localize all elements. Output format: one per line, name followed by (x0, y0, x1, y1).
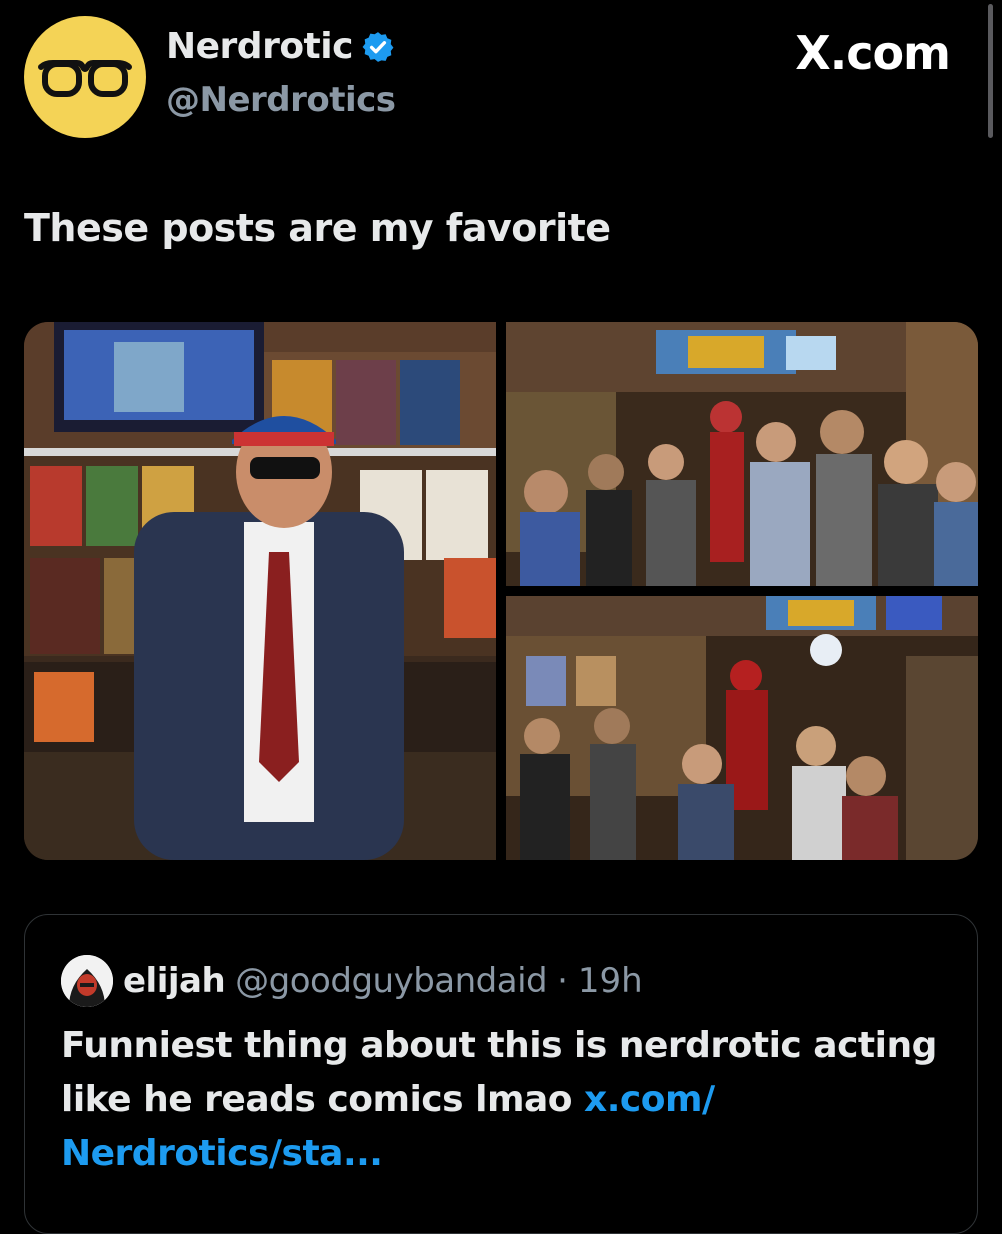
post-text: These posts are my favorite (24, 206, 611, 250)
quoted-separator: · (557, 961, 568, 1001)
quoted-author-avatar[interactable] (61, 955, 113, 1007)
verified-badge-icon (362, 31, 394, 62)
author-name[interactable]: Nerdrotic (166, 26, 353, 67)
glasses-icon (38, 60, 132, 97)
quoted-post[interactable]: elijah @goodguybandaid · 19h Funniest th… (24, 914, 978, 1234)
media-grid[interactable] (24, 322, 978, 860)
author-avatar[interactable] (24, 16, 146, 138)
quoted-post-body: Funniest thing about this is nerdrotic a… (61, 1025, 937, 1120)
quoted-post-header: elijah @goodguybandaid · 19h (61, 955, 643, 1007)
quoted-post-text: Funniest thing about this is nerdrotic a… (61, 1019, 951, 1181)
scrollbar[interactable] (988, 4, 993, 138)
quoted-author-name[interactable]: elijah (123, 961, 226, 1001)
hooded-figure-icon (61, 955, 113, 1007)
photo-crowd-ironman-statue[interactable] (506, 596, 978, 860)
photo-man-comic-shop[interactable] (24, 322, 496, 860)
photo-crowd-comic-outpost[interactable] (506, 322, 978, 586)
author-name-row[interactable]: Nerdrotic (166, 26, 395, 67)
quoted-timestamp[interactable]: 19h (578, 961, 643, 1001)
quoted-author-handle[interactable]: @goodguybandaid (235, 961, 547, 1001)
site-label: X.com (795, 26, 951, 80)
author-handle[interactable]: @Nerdrotics (166, 80, 396, 120)
